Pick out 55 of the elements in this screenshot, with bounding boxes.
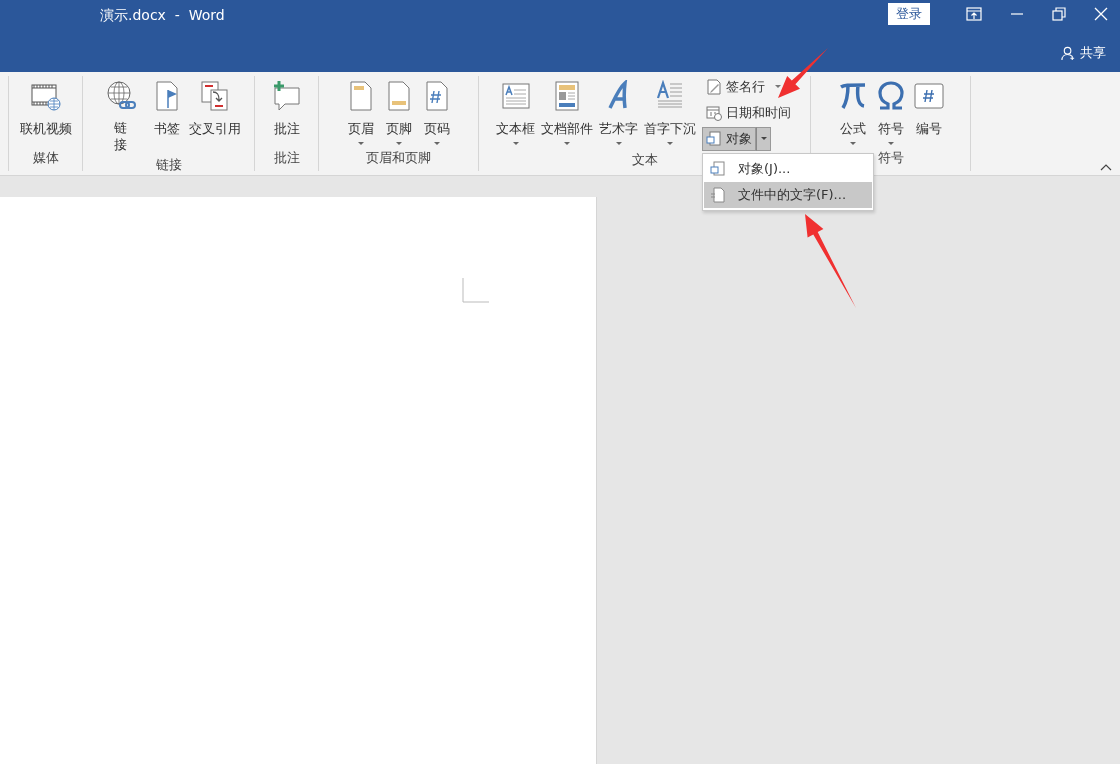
ribbon-small-button[interactable]: 签名行: [702, 75, 785, 99]
group-label: 符号: [877, 149, 904, 167]
ribbon-button[interactable]: 书签: [148, 76, 185, 156]
signature-icon: [706, 79, 722, 95]
object-icon: [706, 131, 722, 147]
ribbon-small-button[interactable]: 日期和时间: [702, 101, 795, 125]
caret-icon: [357, 142, 364, 146]
caret-icon: [512, 142, 519, 146]
ribbon-button[interactable]: 联机视频: [17, 76, 74, 149]
annotation-arrow: [778, 48, 828, 98]
group-label: 页眉和页脚: [366, 149, 431, 167]
ribbon-button[interactable]: 链接: [94, 76, 147, 156]
group-label: 文本: [631, 151, 658, 169]
ribbon-button[interactable]: 页眉: [342, 76, 379, 149]
caret-icon: [615, 142, 622, 146]
group-label: 批注: [273, 149, 300, 167]
group-label: 链接: [155, 155, 182, 174]
calendar-icon: [706, 105, 722, 121]
close-icon[interactable]: [1094, 7, 1108, 21]
group-label: 媒体: [32, 149, 59, 167]
ribbon-button[interactable]: 首字下沉: [642, 76, 698, 151]
menu-item[interactable]: 文件中的文字(F)...: [704, 182, 872, 208]
caret-icon: [395, 142, 402, 146]
textbox-icon: [499, 80, 532, 112]
ribbon-button[interactable]: 符号: [872, 76, 909, 149]
collapse-ribbon-icon[interactable]: [1100, 163, 1112, 171]
ribbon-button[interactable]: 页码: [418, 76, 455, 149]
person-icon: [1061, 45, 1076, 61]
ribbon-button[interactable]: 批注: [268, 76, 305, 149]
share-button[interactable]: 共享: [1061, 44, 1106, 62]
caret-icon: [775, 85, 781, 89]
ribbon-button[interactable]: 交叉引用: [186, 76, 243, 156]
ribbon-display-icon[interactable]: [966, 7, 982, 21]
restore-icon[interactable]: [1052, 7, 1066, 21]
margin-corner-mark: [462, 278, 489, 303]
ribbon-button[interactable]: 文档部件: [539, 76, 595, 151]
sign-in-button[interactable]: 登录: [888, 3, 930, 25]
ribbon-button[interactable]: 艺术字: [597, 76, 640, 151]
caret-icon: [667, 142, 673, 146]
caret-icon: [433, 142, 440, 146]
ribbon-button[interactable]: 公式: [834, 76, 871, 149]
document-icon: [710, 187, 726, 203]
caret-icon: [760, 137, 767, 141]
ribbon-button[interactable]: 文本框: [494, 76, 537, 151]
object-icon: [710, 161, 726, 177]
link-icon: [104, 80, 137, 112]
window-title: 演示.docx - Word: [100, 7, 225, 25]
caret-icon: [564, 142, 570, 146]
caret-icon: [887, 142, 894, 146]
numbering-icon: [912, 80, 945, 112]
menu-item[interactable]: 对象(J)...: [704, 156, 872, 182]
ribbon-button[interactable]: 页脚: [380, 76, 417, 149]
ribbon-small-button[interactable]: 对象: [702, 127, 756, 151]
ribbon-button[interactable]: 编号: [910, 76, 947, 149]
caret-icon: [849, 142, 856, 146]
